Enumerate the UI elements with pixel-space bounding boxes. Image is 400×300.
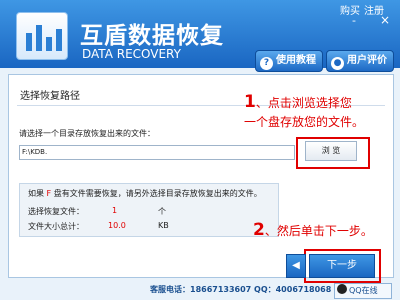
help-icon: ?	[260, 57, 273, 70]
close-button[interactable]: ×	[380, 13, 390, 27]
info-box: 如果 F 盘有文件需要恢复，请另外选择目录存放恢复出来的文件。 选择恢复文件： …	[19, 183, 279, 237]
header-bar: 互盾数据恢复 DATA RECOVERY 购买 注册 - × ? 使用教程 ● 用户…	[0, 0, 400, 72]
step2-hint: 2、然后单击下一步。	[253, 220, 373, 240]
buy-link[interactable]: 购买	[340, 2, 360, 17]
path-input[interactable]: F:\KDB.	[19, 145, 295, 160]
path-prompt: 请选择一个目录存放恢复出来的文件：	[19, 129, 155, 138]
next-button[interactable]: 下一步	[309, 254, 375, 278]
review-button[interactable]: ● 用户评价	[326, 50, 394, 72]
step1-hint: 1、点击浏览选择您 一个盘存放您的文件。	[244, 92, 365, 130]
qq-penguin-icon	[337, 284, 347, 294]
help-button[interactable]: ? 使用教程	[255, 50, 323, 72]
back-button[interactable]: ◀	[286, 254, 306, 278]
info-warning: 如果 F 盘有文件需要恢复，请另外选择目录存放恢复出来的文件。	[28, 189, 262, 198]
file-count-row: 选择恢复文件： 1 个	[28, 206, 166, 216]
qq-online-button[interactable]: QQ在线	[334, 283, 392, 299]
app-title: 互盾数据恢复	[80, 23, 224, 49]
user-icon: ●	[331, 57, 344, 70]
file-size-row: 文件大小总计： 10.0 KB	[28, 221, 169, 231]
app-subtitle: DATA RECOVERY	[82, 47, 181, 61]
section-title: 选择恢复路径	[20, 91, 80, 102]
app-logo-icon	[16, 12, 68, 60]
main-panel: 选择恢复路径 1、点击浏览选择您 一个盘存放您的文件。 请选择一个目录存放恢复出…	[8, 74, 394, 278]
minimize-button[interactable]: -	[352, 14, 356, 27]
support-contact: 客服电话：18667133607 QQ：4006718068	[150, 285, 332, 294]
browse-button[interactable]: 浏 览	[305, 141, 357, 161]
